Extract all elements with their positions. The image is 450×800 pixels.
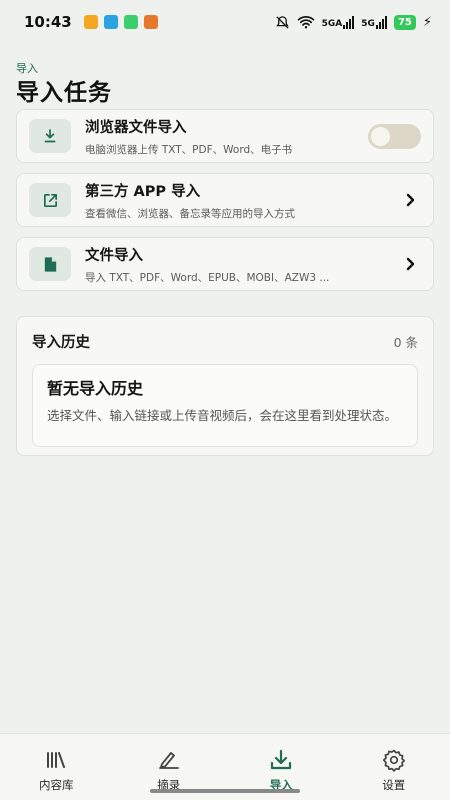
import-icon <box>271 749 292 770</box>
empty-desc: 选择文件、输入链接或上传音视频后，会在这里看到处理状态。 <box>47 408 398 423</box>
chevron-right-icon <box>401 190 421 210</box>
download-icon <box>29 119 71 153</box>
task-title: 文件导入 <box>85 247 143 264</box>
history-title: 导入历史 <box>32 335 90 351</box>
cell-signal-1: 5GA <box>321 15 355 29</box>
library-icon <box>47 752 66 768</box>
network-type-label: 5G <box>361 18 375 29</box>
status-time: 10:43 <box>24 13 72 31</box>
task-third-party-import[interactable]: 第三方 APP 导入 查看微信、浏览器、备忘录等应用的导入方式 <box>16 173 434 227</box>
highlight-icon <box>158 752 179 769</box>
battery-indicator: 75 <box>393 14 416 30</box>
nav-label: 设置 <box>382 778 406 792</box>
task-browser-import[interactable]: 浏览器文件导入 电脑浏览器上传 TXT、PDF、Word、电子书 <box>16 109 434 163</box>
page-title: 导入任务 <box>16 80 112 106</box>
nav-item-settings[interactable]: 设置 <box>338 734 450 800</box>
task-file-import[interactable]: 文件导入 导入 TXT、PDF、Word、EPUB、MOBI、AZW3 ... <box>16 237 434 291</box>
task-desc: 查看微信、浏览器、备忘录等应用的导入方式 <box>85 207 295 220</box>
history-count: 0 条 <box>393 335 418 350</box>
task-desc: 导入 TXT、PDF、Word、EPUB、MOBI、AZW3 ... <box>85 271 330 284</box>
history-empty-state: 暂无导入历史 选择文件、输入链接或上传音视频后，会在这里看到处理状态。 <box>32 364 418 447</box>
cell-signal-2: 5G <box>361 15 387 29</box>
home-indicator[interactable] <box>150 789 300 793</box>
nav-label: 内容库 <box>39 778 74 792</box>
task-title: 第三方 APP 导入 <box>85 183 201 200</box>
empty-title: 暂无导入历史 <box>47 379 144 398</box>
app-notification-icon <box>83 15 98 29</box>
browser-import-toggle[interactable] <box>368 123 421 149</box>
external-link-icon <box>29 183 71 217</box>
app-notification-icon <box>143 15 158 29</box>
task-desc: 电脑浏览器上传 TXT、PDF、Word、电子书 <box>85 143 293 156</box>
import-history-panel: 导入历史 0 条 暂无导入历史 选择文件、输入链接或上传音视频后，会在这里看到处… <box>16 316 434 456</box>
status-bar: 10:43 5GA 5G 75 ⚡ <box>0 0 450 44</box>
telegram-notification-icon <box>103 15 118 29</box>
mute-bell-icon <box>275 15 289 29</box>
nav-item-library[interactable]: 内容库 <box>0 734 113 800</box>
task-title: 浏览器文件导入 <box>85 119 187 136</box>
chevron-right-icon <box>401 254 421 274</box>
network-type-label: 5GA <box>321 18 343 29</box>
file-icon <box>29 247 71 281</box>
charging-icon: ⚡ <box>422 14 432 30</box>
notification-apps <box>83 15 158 29</box>
app-notification-icon <box>123 15 138 29</box>
toggle-knob <box>371 126 390 146</box>
settings-icon <box>382 749 405 772</box>
wifi-icon <box>297 16 314 29</box>
